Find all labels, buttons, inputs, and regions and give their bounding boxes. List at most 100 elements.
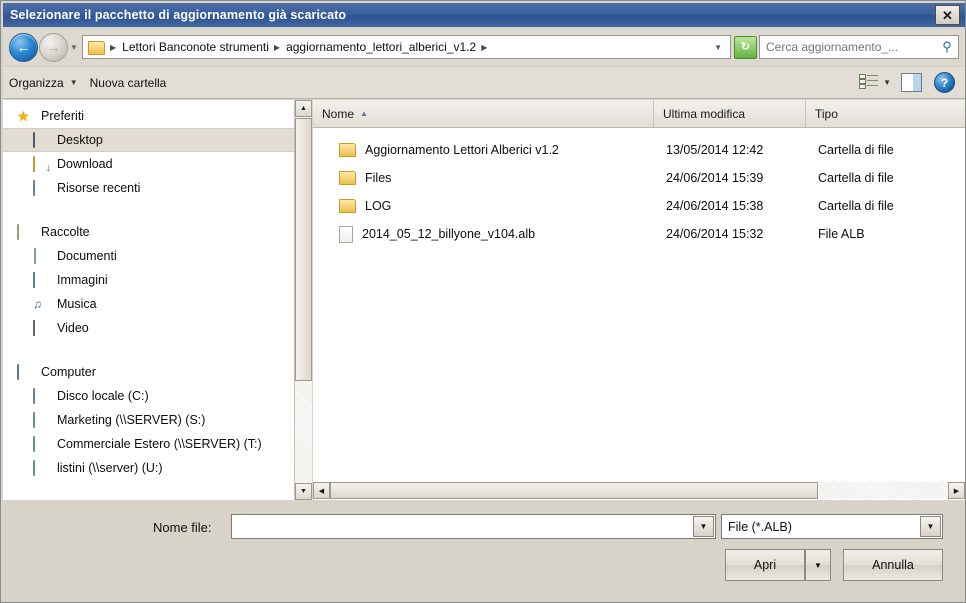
sidebar-label: Immagini <box>57 273 108 287</box>
sidebar-label: Musica <box>57 297 97 311</box>
search-box[interactable]: ⚲ <box>759 35 959 59</box>
close-icon[interactable]: ✕ <box>935 5 960 25</box>
table-row[interactable]: Files 24/06/2014 15:39 Cartella di file <box>313 164 965 192</box>
sidebar-item-commerciale-estero-t[interactable]: Commerciale Estero (\\SERVER) (T:) <box>3 432 294 456</box>
search-icon[interactable]: ⚲ <box>936 37 958 57</box>
file-name-label: 2014_05_12_billyone_v104.alb <box>362 227 536 241</box>
music-icon: ♫ <box>33 296 42 311</box>
monitor-icon <box>33 131 50 148</box>
file-name-cell: LOG <box>313 199 654 213</box>
table-row[interactable]: Aggiornamento Lettori Alberici v1.2 13/0… <box>313 136 965 164</box>
column-header-ultima-modifica[interactable]: Ultima modifica <box>654 100 806 127</box>
sidebar-item-download[interactable]: Download <box>3 152 294 176</box>
network-drive-icon <box>33 411 50 428</box>
nav-group-raccolte: Raccolte Documenti Immagini ♫ Musica Vid… <box>3 220 294 340</box>
folder-icon <box>339 199 356 213</box>
breadcrumb-separator[interactable]: ▶ <box>271 43 284 52</box>
table-row[interactable]: 2014_05_12_billyone_v104.alb 24/06/2014 … <box>313 220 965 248</box>
sidebar-item-musica[interactable]: ♫ Musica <box>3 292 294 316</box>
sidebar-item-raccolte[interactable]: Raccolte <box>3 220 294 244</box>
file-modified-cell: 13/05/2014 12:42 <box>666 143 764 157</box>
sidebar-item-listini-u[interactable]: listini (\\server) (U:) <box>3 456 294 480</box>
breadcrumb-separator[interactable]: ▶ <box>478 43 491 52</box>
history-dropdown-button[interactable]: ▼ <box>68 37 80 57</box>
chevron-down-icon: ▼ <box>883 78 891 87</box>
organize-button[interactable]: Organizza ▼ <box>3 73 84 93</box>
breadcrumb-bar[interactable]: ▶ Lettori Banconote strumenti ▶ aggiorna… <box>82 35 731 59</box>
sidebar-label: Raccolte <box>41 225 90 239</box>
pictures-icon <box>33 271 50 288</box>
file-type-cell: Cartella di file <box>818 143 894 157</box>
forward-arrow-icon: → <box>46 39 61 55</box>
table-row[interactable]: LOG 24/06/2014 15:38 Cartella di file <box>313 192 965 220</box>
nav-group-preferiti: ★ Preferiti Desktop Download Risorse rec… <box>3 104 294 200</box>
refresh-icon[interactable]: ↻ <box>734 35 757 59</box>
dialog-footer: Nome file: ▼ File (*.ALB) ▼ Apri ▼ Annul… <box>3 501 965 601</box>
filename-input[interactable] <box>232 514 693 539</box>
sidebar-label: Disco locale (C:) <box>57 389 149 403</box>
sidebar-label: Computer <box>41 365 96 379</box>
breadcrumb-item-1[interactable]: aggiornamento_lettori_alberici_v1.2 <box>284 40 478 54</box>
column-header-nome[interactable]: Nome ▲ <box>313 100 654 127</box>
sidebar-item-disco-locale-c[interactable]: Disco locale (C:) <box>3 384 294 408</box>
sidebar-item-marketing-s[interactable]: Marketing (\\SERVER) (S:) <box>3 408 294 432</box>
chevron-down-icon[interactable]: ▼ <box>920 516 941 537</box>
hscrollbar-thumb[interactable] <box>330 482 818 499</box>
harddisk-icon <box>33 387 50 404</box>
sidebar-item-desktop[interactable]: Desktop <box>3 128 294 152</box>
scroll-up-button[interactable]: ▲ <box>295 100 312 117</box>
network-recent-icon <box>33 179 50 196</box>
new-folder-button[interactable]: Nuova cartella <box>84 73 173 93</box>
open-dropdown-button[interactable]: ▼ <box>805 549 831 581</box>
video-icon <box>33 319 50 336</box>
sidebar-label: Video <box>57 321 89 335</box>
file-list-horizontal-scrollbar[interactable]: ◀ ▶ <box>313 482 965 500</box>
forward-button[interactable]: → <box>39 32 68 62</box>
file-name-cell: Files <box>313 171 654 185</box>
file-type-filter-value: File (*.ALB) <box>728 519 792 534</box>
file-modified-cell: 24/06/2014 15:38 <box>666 199 764 213</box>
filename-label: Nome file: <box>153 520 212 535</box>
sidebar-item-risorse-recenti[interactable]: Risorse recenti <box>3 176 294 200</box>
scroll-right-button[interactable]: ▶ <box>948 482 965 499</box>
file-type-filter-combobox[interactable]: File (*.ALB) ▼ <box>721 514 943 539</box>
search-input[interactable] <box>760 39 936 55</box>
sidebar-label: Documenti <box>57 249 117 263</box>
file-name-label: Files <box>365 171 392 185</box>
file-type-cell: Cartella di file <box>818 171 894 185</box>
chevron-down-icon[interactable]: ▼ <box>710 43 730 52</box>
open-button[interactable]: Apri <box>725 549 805 581</box>
scroll-left-button[interactable]: ◀ <box>313 482 330 499</box>
column-header-tipo[interactable]: Tipo <box>806 100 965 127</box>
sidebar-label: Download <box>57 157 113 171</box>
sidebar-item-computer[interactable]: Computer <box>3 360 294 384</box>
help-icon[interactable]: ? <box>934 72 955 93</box>
sidebar-item-immagini[interactable]: Immagini <box>3 268 294 292</box>
column-label: Tipo <box>815 106 838 121</box>
navigation-pane: ★ Preferiti Desktop Download Risorse rec… <box>3 100 295 500</box>
sidebar-scrollbar-thumb[interactable] <box>295 118 312 381</box>
command-toolbar: Organizza ▼ Nuova cartella ▼ ? <box>3 67 965 99</box>
preview-pane-icon[interactable] <box>901 73 922 92</box>
sidebar-item-video[interactable]: Video <box>3 316 294 340</box>
file-name-label: LOG <box>365 199 392 213</box>
breadcrumb-item-0[interactable]: Lettori Banconote strumenti <box>120 40 271 54</box>
sidebar-label: Preferiti <box>41 109 85 123</box>
sidebar-label: Risorse recenti <box>57 181 141 195</box>
sidebar-scrollbar[interactable]: ▲ ▼ <box>295 100 312 500</box>
folder-icon <box>339 143 356 157</box>
scroll-down-button[interactable]: ▼ <box>295 483 312 500</box>
computer-icon <box>17 363 34 380</box>
file-type-cell: File ALB <box>818 227 865 241</box>
sidebar-item-documenti[interactable]: Documenti <box>3 244 294 268</box>
cancel-button[interactable]: Annulla <box>843 549 943 581</box>
chevron-down-icon[interactable]: ▼ <box>693 516 714 537</box>
breadcrumb-separator[interactable]: ▶ <box>107 43 120 52</box>
sidebar-item-preferiti[interactable]: ★ Preferiti <box>3 104 294 128</box>
view-mode-icon[interactable] <box>859 74 879 91</box>
view-mode-dropdown[interactable]: ▼ <box>879 75 901 90</box>
filename-combobox[interactable]: ▼ <box>231 514 716 539</box>
new-folder-label: Nuova cartella <box>89 75 167 90</box>
back-button[interactable]: ← <box>9 32 38 62</box>
